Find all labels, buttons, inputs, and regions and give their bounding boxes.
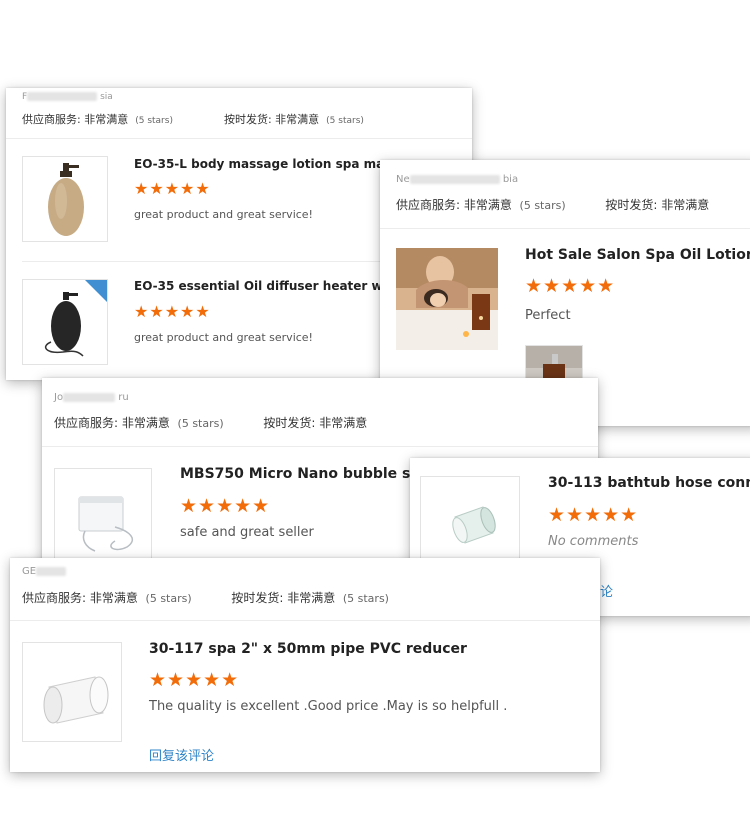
review-comment: The quality is excellent .Good price .Ma… [149, 699, 508, 714]
star-rating: ★★★★★ [134, 179, 211, 198]
rating-summary: 供应商服务: 非常满意 (5 stars) 按时发货: 非常满意 (5 star… [22, 113, 364, 126]
divider [22, 261, 382, 262]
product-title[interactable]: MBS750 Micro Nano bubble syst [180, 466, 435, 482]
reviewer-name: Jo ru [54, 392, 129, 403]
star-rating: ★★★★★ [134, 302, 211, 321]
reviewer-name: F sia [22, 92, 113, 102]
product-title[interactable]: EO-35-L body massage lotion spa massa [134, 157, 407, 171]
rating-summary: 供应商服务: 非常满意 (5 stars) 按时发货: 非常满意 [396, 198, 710, 212]
star-rating: ★★★★★ [525, 275, 616, 297]
star-rating: ★★★★★ [548, 504, 639, 526]
divider [380, 228, 750, 229]
rating-summary: 供应商服务: 非常满意 (5 stars) 按时发货: 非常满意 (5 star… [22, 591, 389, 605]
rating-summary: 供应商服务: 非常满意 (5 stars) 按时发货: 非常满意 [54, 416, 368, 430]
divider [6, 138, 472, 139]
reviewer-name: Ne bia [396, 174, 519, 185]
product-title[interactable]: EO-35 essential Oil diffuser heater warm [134, 279, 409, 293]
star-rating: ★★★★★ [149, 669, 240, 691]
review-card-5: GE 供应商服务: 非常满意 (5 stars) 按时发货: 非常满意 (5 s… [10, 558, 600, 772]
review-comment: No comments [548, 534, 639, 549]
product-title[interactable]: Hot Sale Salon Spa Oil Lotion Bo [525, 247, 750, 263]
product-title[interactable]: 30-117 spa 2" x 50mm pipe PVC reducer [149, 641, 467, 657]
review-comment: great product and great service! [134, 331, 313, 344]
review-comment: great product and great service! [134, 208, 313, 221]
reviewer-name: GE [22, 566, 67, 577]
product-thumbnail[interactable] [22, 642, 122, 742]
product-thumbnail[interactable] [54, 468, 152, 566]
product-thumbnail[interactable] [22, 156, 108, 242]
review-comment: Perfect [525, 308, 571, 323]
star-rating: ★★★★★ [180, 495, 271, 517]
divider [10, 620, 600, 621]
reply-link[interactable]: 回复该评论 [149, 745, 214, 764]
divider [42, 446, 598, 447]
product-title[interactable]: 30-113 bathtub hose connect [548, 475, 750, 491]
review-comment: safe and great seller [180, 525, 314, 540]
product-thumbnail[interactable] [22, 279, 108, 365]
product-thumbnail[interactable] [396, 248, 498, 350]
